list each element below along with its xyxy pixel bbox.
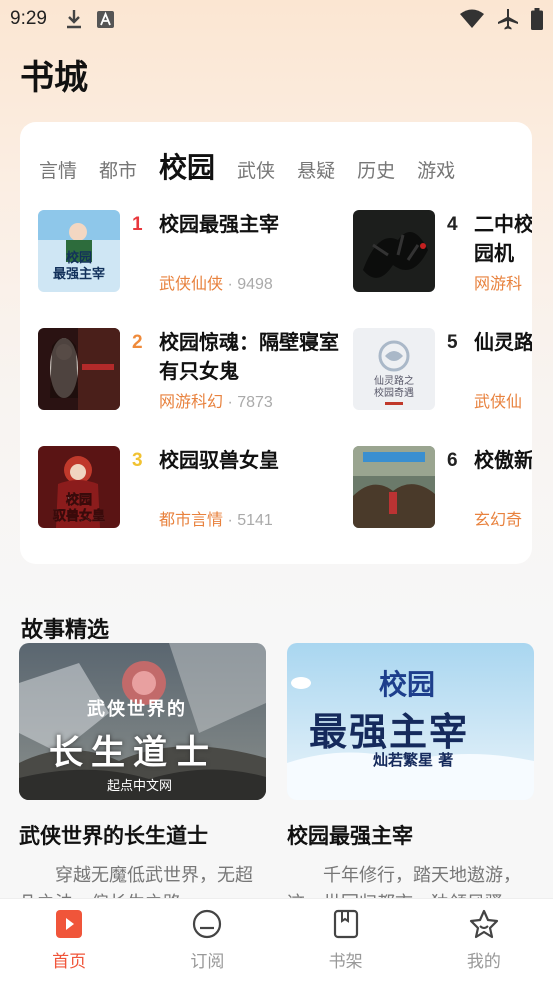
story-title: 武侠世界的长生道士 (19, 824, 208, 848)
book-read-count: 7873 (237, 394, 273, 411)
book-genre: 都市言情 (159, 510, 224, 529)
nav-label: 订阅 (190, 952, 225, 972)
nav-home[interactable]: 首页 (0, 899, 138, 984)
svg-text:校园: 校园 (66, 250, 92, 266)
rank-item[interactable]: 仙灵路之 校园奇遇 5 仙灵路 武侠仙 (353, 328, 532, 418)
subscribe-icon (192, 909, 222, 943)
rank-number: 3 (132, 450, 143, 471)
meta-separator: · (223, 394, 238, 411)
cover-author: 灿若繁星 著 (373, 751, 454, 769)
nav-subscribe[interactable]: 订阅 (138, 899, 276, 984)
rank-item[interactable]: 4 二中校园机 网游科 (353, 210, 532, 300)
rank-item[interactable]: 6 校傲新 玄幻奇 (353, 446, 532, 536)
category-tabs: 言情 都市 校园 武侠 悬疑 历史 游戏 (20, 146, 532, 186)
story-cover: 校园 最强主宰 灿若繁星 著 (287, 643, 534, 800)
tab-xiaoyuan[interactable]: 校园 (159, 146, 215, 186)
a-badge-icon (96, 10, 114, 28)
svg-text:仙灵路之: 仙灵路之 (374, 374, 414, 387)
nav-label: 首页 (52, 952, 87, 972)
cover-line2: 长生道士 (49, 733, 217, 773)
section-title: 故事精选 (21, 618, 110, 643)
book-meta: 武侠仙侠 · 9498 (159, 270, 273, 294)
tab-lishi[interactable]: 历史 (357, 156, 395, 183)
cover-line1: 校园 (379, 668, 436, 701)
svg-text:驭兽女皇: 驭兽女皇 (53, 508, 105, 524)
rank-number: 6 (447, 450, 458, 471)
cover-line2: 最强主宰 (309, 710, 470, 754)
wifi-icon (459, 9, 485, 29)
rank-number: 1 (132, 214, 143, 235)
nav-profile[interactable]: 我的 (415, 899, 553, 984)
bottom-nav: 首页 订阅 书架 我的 (0, 898, 553, 984)
battery-icon (531, 8, 543, 30)
bookshelf-icon (333, 909, 359, 943)
tab-wuxia[interactable]: 武侠 (237, 156, 275, 183)
book-title: 校园惊魂：隔壁寝室有只女鬼 (159, 330, 339, 383)
book-cover: 仙灵路之 校园奇遇 (353, 328, 435, 410)
rank-item[interactable]: 校园 驭兽女皇 3 校园驭兽女皇 都市言情 · 5141 (38, 446, 298, 536)
book-read-count: 5141 (237, 512, 273, 529)
svg-text:校园: 校园 (66, 492, 92, 508)
story-title: 校园最强主宰 (287, 824, 413, 848)
home-bookmark-icon (55, 909, 83, 943)
book-genre: 玄幻奇 (474, 510, 523, 529)
book-genre: 武侠仙 (474, 392, 523, 411)
tab-youxi[interactable]: 游戏 (417, 156, 455, 183)
book-read-count: 9498 (237, 276, 273, 293)
rank-number: 4 (447, 214, 458, 235)
meta-separator: · (223, 512, 238, 529)
tab-dushi[interactable]: 都市 (99, 156, 137, 183)
tab-yanqing[interactable]: 言情 (39, 156, 77, 183)
svg-text:最强主宰: 最强主宰 (53, 266, 105, 282)
book-title: 二中校园机 (474, 212, 532, 265)
svg-text:校园奇遇: 校园奇遇 (374, 386, 414, 399)
story-card[interactable]: 校园 最强主宰 灿若繁星 著 校园最强主宰 千年修行，踏天地遨游，这一世回归都市… (287, 643, 534, 918)
book-cover: 校园 驭兽女皇 (38, 446, 120, 528)
rank-item[interactable]: 2 校园惊魂：隔壁寝室有只女鬼 网游科幻 · 7873 (38, 328, 339, 418)
book-genre: 武侠仙侠 (159, 274, 224, 293)
book-cover: 校园 最强主宰 (38, 210, 120, 292)
book-meta: 都市言情 · 5141 (159, 506, 273, 530)
nav-bookshelf[interactable]: 书架 (277, 899, 415, 984)
story-cover: 武侠世界的 长生道士 起点中文网 (19, 643, 266, 800)
rank-card: 言情 都市 校园 武侠 悬疑 历史 游戏 校园 最强主宰 1 校园最强主宰 武侠… (20, 122, 532, 564)
cover-publisher: 起点中文网 (107, 779, 173, 794)
download-icon (65, 9, 83, 29)
profile-star-icon (469, 909, 499, 943)
book-cover (353, 210, 435, 292)
tab-xuanyi[interactable]: 悬疑 (297, 156, 335, 183)
page-title: 书城 (20, 58, 88, 98)
book-genre: 网游科 (474, 274, 523, 293)
cover-line1: 武侠世界的 (87, 699, 187, 720)
story-card[interactable]: 武侠世界的 长生道士 起点中文网 武侠世界的长生道士 穿越无魔低武世界，无超凡之… (19, 643, 266, 918)
rank-item[interactable]: 校园 最强主宰 1 校园最强主宰 武侠仙侠 · 9498 (38, 210, 298, 300)
status-bar: 9:29 (0, 0, 553, 38)
book-meta: 网游科幻 · 7873 (159, 388, 273, 412)
meta-separator: · (223, 276, 238, 293)
book-cover (38, 328, 120, 410)
airplane-icon (497, 8, 519, 30)
book-title: 校园驭兽女皇 (159, 448, 279, 472)
nav-label: 书架 (328, 952, 363, 972)
rank-number: 2 (132, 332, 143, 353)
book-title: 仙灵路 (474, 330, 532, 354)
book-title: 校傲新 (474, 448, 532, 472)
rank-number: 5 (447, 332, 458, 353)
status-time: 9:29 (10, 8, 47, 29)
book-title: 校园最强主宰 (159, 212, 279, 236)
nav-label: 我的 (466, 952, 501, 972)
book-cover (353, 446, 435, 528)
book-genre: 网游科幻 (159, 392, 224, 411)
